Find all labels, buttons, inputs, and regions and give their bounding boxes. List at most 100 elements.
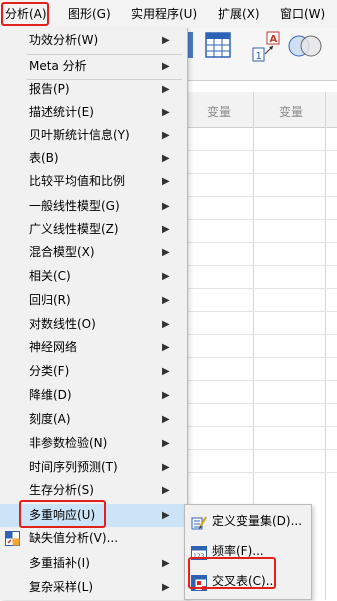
grid-row-line (187, 311, 337, 312)
menu-item-tables[interactable]: 表(B) ▶ (0, 147, 187, 170)
menu-item-label: 广义线性模型(Z) (29, 222, 119, 236)
chevron-right-icon: ▶ (162, 438, 170, 449)
chevron-right-icon: ▶ (162, 247, 170, 258)
menu-item-scale[interactable]: 刻度(A) ▶ (0, 408, 187, 431)
chevron-right-icon: ▶ (162, 462, 170, 473)
grid-row-line (187, 426, 337, 427)
grid-row-line (187, 219, 337, 220)
menu-item-label: 神经网络 (29, 340, 78, 354)
menu-item-reports[interactable]: 报告(P) ▶ (0, 78, 187, 101)
submenu-item-crosstabs[interactable]: 交叉表(C)... (185, 567, 311, 595)
circles-icon[interactable] (287, 32, 323, 60)
grid-row-line (187, 472, 337, 473)
menu-item-dimension-reduction[interactable]: 降维(D) ▶ (0, 384, 187, 407)
menu-item-missing-value-analysis[interactable]: 缺失值分析(V)... (0, 527, 187, 550)
column-header[interactable]: 变量 (279, 103, 303, 120)
submenu-item-define-variable-sets[interactable]: 定义变量集(D)... (185, 507, 311, 535)
grid-row-line (187, 196, 337, 197)
menu-item-label: 分类(F) (29, 364, 70, 378)
chevron-right-icon: ▶ (162, 61, 170, 72)
menu-item-regression[interactable]: 回归(R) ▶ (0, 289, 187, 312)
menu-item-power-analysis[interactable]: 功效分析(W) ▶ (0, 29, 187, 52)
column-header[interactable]: 变量 (207, 103, 231, 120)
menu-item-correlate[interactable]: 相关(C) ▶ (0, 265, 187, 288)
chevron-right-icon: ▶ (162, 390, 170, 401)
define-sets-icon (191, 513, 207, 530)
menu-item-label: 混合模型(X) (29, 245, 95, 259)
menu-extensions[interactable]: 扩展(X) (218, 5, 260, 23)
menu-item-neural-networks[interactable]: 神经网络 ▶ (0, 336, 187, 359)
menu-item-label: 一般线性模型(G) (29, 199, 120, 213)
menu-analyze[interactable]: 分析(A) (5, 5, 47, 23)
menu-item-label: 贝叶斯统计信息(Y) (29, 128, 130, 142)
chevron-right-icon: ▶ (162, 510, 170, 521)
menu-item-compare-means[interactable]: 比较平均值和比例 ▶ (0, 170, 187, 193)
chevron-right-icon: ▶ (162, 366, 170, 377)
missing-value-icon (5, 531, 20, 546)
submenu-item-label: 交叉表(C)... (212, 574, 278, 588)
chevron-right-icon: ▶ (162, 485, 170, 496)
chevron-right-icon: ▶ (162, 582, 170, 593)
chevron-right-icon: ▶ (162, 414, 170, 425)
menu-item-general-linear-model[interactable]: 一般线性模型(G) ▶ (0, 195, 187, 218)
chevron-right-icon: ▶ (162, 271, 170, 282)
frequencies-icon: 123 (191, 543, 207, 560)
menu-item-label: 描述统计(E) (29, 105, 94, 119)
menu-item-classify[interactable]: 分类(F) ▶ (0, 360, 187, 383)
menu-item-generalized-linear-models[interactable]: 广义线性模型(Z) ▶ (0, 218, 187, 241)
menu-utilities[interactable]: 实用程序(U) (131, 5, 197, 23)
chevron-right-icon: ▶ (162, 201, 170, 212)
grid-row-line (187, 288, 337, 289)
menu-item-multiple-imputation[interactable]: 多重插补(I) ▶ (0, 552, 187, 575)
menu-bar: 分析(A) 图形(G) 实用程序(U) 扩展(X) 窗口(W) (0, 0, 337, 29)
grid-row-line (187, 357, 337, 358)
grid-row-line (187, 449, 337, 450)
grid-row-line (187, 173, 337, 174)
toolbar: A 1 (185, 28, 337, 81)
chevron-right-icon: ▶ (162, 224, 170, 235)
crosstabs-icon (191, 573, 207, 591)
menu-item-multiple-response[interactable]: 多重响应(U) ▶ (0, 504, 187, 527)
menu-item-mixed-models[interactable]: 混合模型(X) ▶ (0, 241, 187, 264)
svg-text:123: 123 (193, 553, 205, 560)
menu-item-label: 复杂采样(L) (29, 580, 94, 594)
submenu-item-label: 定义变量集(D)... (212, 514, 303, 528)
menu-item-complex-samples[interactable]: 复杂采样(L) ▶ (0, 576, 187, 599)
menu-item-label: 缺失值分析(V)... (29, 531, 119, 545)
menu-item-label: Meta 分析 (29, 59, 87, 73)
menu-item-label: 比较平均值和比例 (29, 174, 126, 188)
chevron-right-icon: ▶ (162, 107, 170, 118)
menu-item-descriptive-statistics[interactable]: 描述统计(E) ▶ (0, 101, 187, 124)
menu-item-loglinear[interactable]: 对数线性(O) ▶ (0, 313, 187, 336)
value-labels-icon[interactable]: A 1 (251, 30, 283, 64)
menu-item-forecasting[interactable]: 时间序列预测(T) ▶ (0, 456, 187, 479)
menu-item-label: 非参数检验(N) (29, 436, 108, 450)
grid-divider (325, 92, 326, 600)
menu-graphs[interactable]: 图形(G) (68, 5, 111, 23)
menu-item-label: 对数线性(O) (29, 317, 96, 331)
grid-row-line (187, 403, 337, 404)
menu-item-label: 时间序列预测(T) (29, 460, 118, 474)
grid-row-line (187, 150, 337, 151)
chevron-right-icon: ▶ (162, 153, 170, 164)
menu-item-bayesian-statistics[interactable]: 贝叶斯统计信息(Y) ▶ (0, 124, 187, 147)
svg-text:A: A (270, 34, 278, 45)
grid-row-line (187, 380, 337, 381)
menu-window[interactable]: 窗口(W) (280, 5, 325, 23)
grid-row-line (187, 242, 337, 243)
menu-item-label: 回归(R) (29, 293, 71, 307)
menu-item-label: 生存分析(S) (29, 483, 94, 497)
table-icon[interactable] (205, 32, 231, 58)
menu-item-label: 相关(C) (29, 269, 71, 283)
menu-item-meta-analysis[interactable]: Meta 分析 ▶ (0, 55, 187, 78)
chevron-right-icon: ▶ (162, 35, 170, 46)
multiple-response-submenu: 定义变量集(D)... 123 频率(F)... 交叉表(C)... (184, 504, 312, 600)
menu-item-label: 报告(P) (29, 82, 70, 96)
svg-text:1: 1 (256, 51, 262, 62)
menu-item-nonparametric-tests[interactable]: 非参数检验(N) ▶ (0, 432, 187, 455)
grid-row-line (187, 265, 337, 266)
chevron-right-icon: ▶ (162, 319, 170, 330)
analyze-menu: 功效分析(W) ▶ Meta 分析 ▶ 报告(P) ▶ 描述统计(E) ▶ 贝叶… (0, 28, 188, 600)
submenu-item-frequencies[interactable]: 123 频率(F)... (185, 537, 311, 565)
menu-item-survival[interactable]: 生存分析(S) ▶ (0, 479, 187, 502)
